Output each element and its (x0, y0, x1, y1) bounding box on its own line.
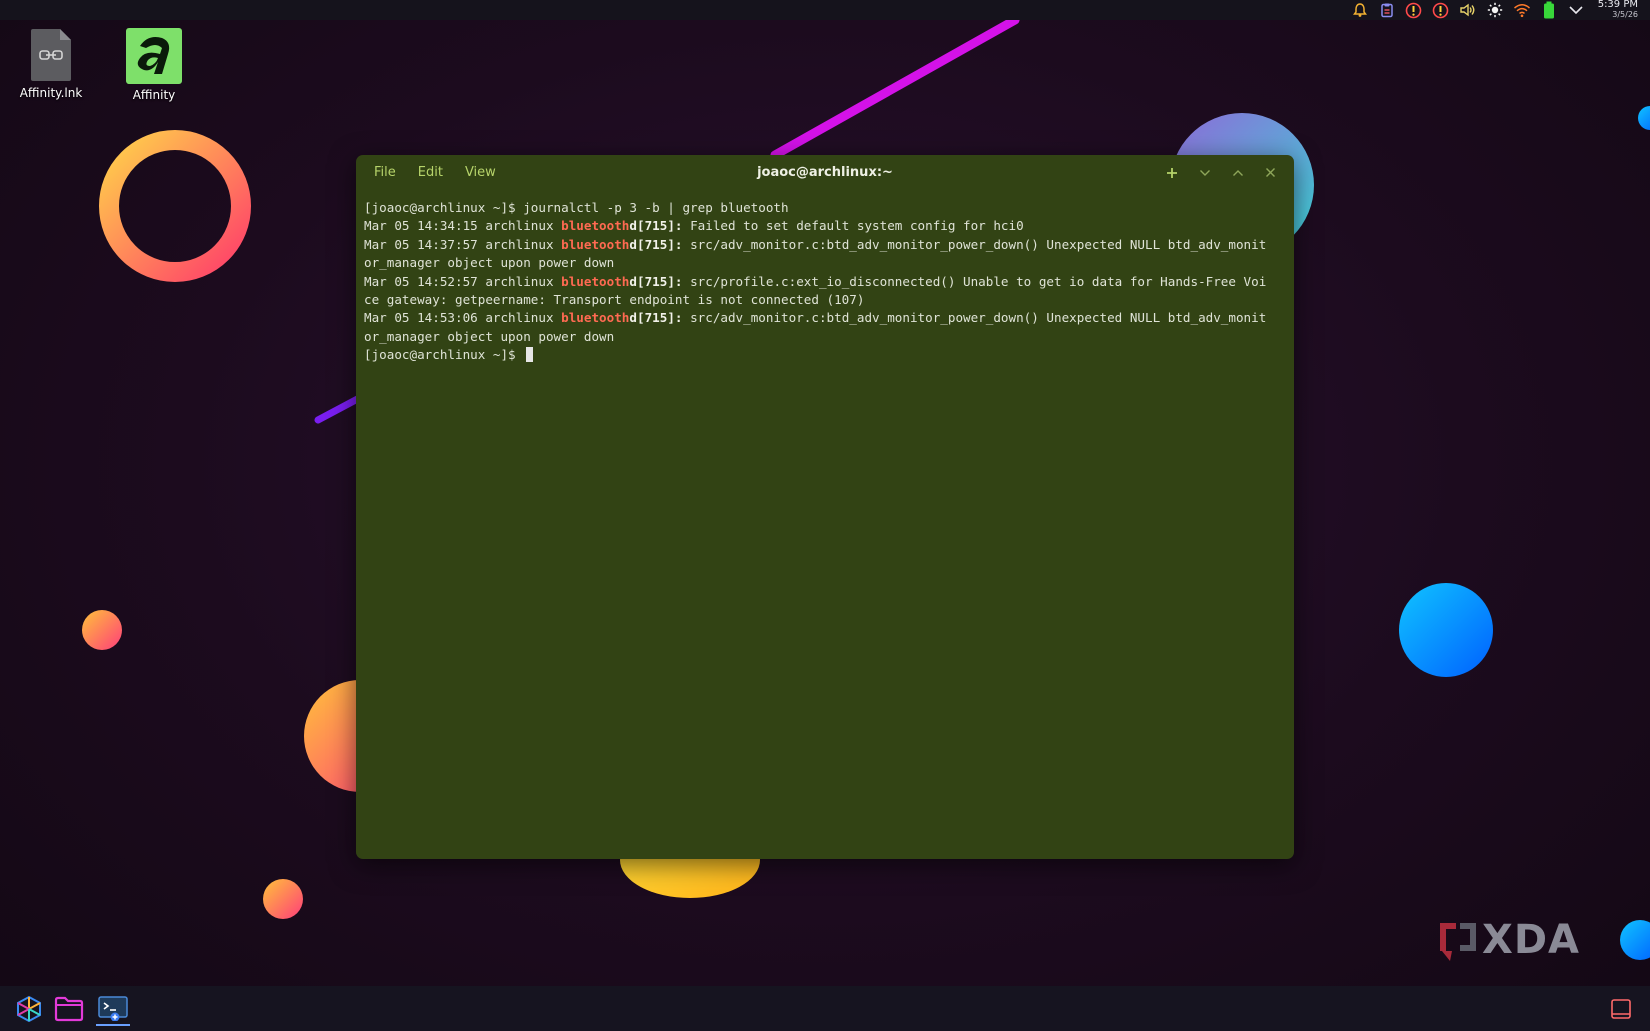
log-line: Mar 05 14:52:57 archlinux bluetoothd[715… (364, 273, 1286, 291)
volume-icon[interactable] (1459, 1, 1477, 19)
log-line-wrap: ce gateway: getpeername: Transport endpo… (364, 292, 865, 308)
taskbar (0, 986, 1650, 1031)
log-message: src/adv_monitor.c:btd_adv_monitor_power_… (682, 236, 1267, 252)
terminal-app-icon[interactable] (96, 992, 130, 1026)
log-message: src/adv_monitor.c:btd_adv_monitor_power_… (682, 310, 1267, 326)
expand-chevron-icon[interactable] (1567, 1, 1585, 19)
wifi-icon[interactable] (1513, 1, 1531, 19)
log-line-wrap: or_manager object upon power down (364, 328, 615, 344)
log-line-wrap: or_manager object upon power down (364, 255, 615, 271)
clipboard-icon[interactable] (1378, 1, 1396, 19)
text-cursor (526, 347, 534, 363)
minimize-icon[interactable] (1195, 163, 1214, 182)
file-manager-icon[interactable] (52, 992, 86, 1026)
show-desktop-icon[interactable] (1604, 992, 1638, 1026)
log-line: Mar 05 14:34:15 archlinux bluetoothd[715… (364, 217, 1286, 235)
log-line: Mar 05 14:53:06 archlinux bluetoothd[715… (364, 309, 1286, 327)
command-line: [joaoc@archlinux ~]$ journalctl -p 3 -b … (364, 200, 789, 215)
process-pid: [715]: (636, 236, 683, 252)
log-message: Failed to set default system config for … (682, 218, 1024, 234)
window-title: joaoc@archlinux:~ (757, 165, 893, 180)
desktop-icon-label: Affinity.lnk (19, 86, 83, 100)
terminal-window[interactable]: File Edit View joaoc@archlinux:~ [joaoc@… (356, 155, 1294, 859)
app-launcher-icon[interactable] (12, 992, 46, 1026)
grep-match: bluetooth (561, 310, 630, 326)
desktop-icon-affinity[interactable]: Affinity (109, 28, 199, 102)
window-controls (1162, 163, 1280, 182)
process-pid: [715]: (636, 273, 683, 289)
new-tab-icon[interactable] (1162, 163, 1181, 182)
prompt-text: [joaoc@archlinux ~]$ (364, 347, 524, 363)
update-alert-icon-2[interactable] (1432, 1, 1450, 19)
desktop-icon-label: Affinity (132, 88, 176, 102)
close-icon[interactable] (1261, 163, 1280, 182)
notification-bell-icon[interactable] (1351, 1, 1369, 19)
terminal-titlebar[interactable]: File Edit View joaoc@archlinux:~ (356, 155, 1294, 191)
clock[interactable]: 5:39 PM 3/5/26 (1598, 0, 1638, 20)
log-message: src/profile.c:ext_io_disconnected() Unab… (682, 273, 1267, 289)
process-suffix: d (629, 310, 637, 326)
maximize-icon[interactable] (1228, 163, 1247, 182)
grep-match: bluetooth (561, 218, 630, 234)
xda-watermark: XDA (1432, 917, 1592, 965)
terminal-output[interactable]: [joaoc@archlinux ~]$ journalctl -p 3 -b … (364, 199, 1286, 365)
process-suffix: d (629, 218, 637, 234)
clock-time: 5:39 PM (1597, 0, 1638, 10)
process-pid: [715]: (636, 218, 683, 234)
update-alert-icon[interactable] (1405, 1, 1423, 19)
log-prefix: Mar 05 14:34:15 archlinux (364, 218, 562, 234)
desktop-icon-affinity-lnk[interactable]: Affinity.lnk (6, 28, 96, 100)
log-prefix: Mar 05 14:37:57 archlinux (364, 236, 562, 252)
log-prefix: Mar 05 14:53:06 archlinux (364, 310, 562, 326)
system-tray: 5:39 PM 3/5/26 (1351, 0, 1638, 20)
current-prompt[interactable]: [joaoc@archlinux ~]$ (364, 346, 1286, 364)
clock-date: 3/5/26 (1612, 10, 1638, 19)
process-suffix: d (629, 236, 637, 252)
process-pid: [715]: (636, 310, 683, 326)
affinity-app-icon (126, 28, 182, 84)
log-prefix: Mar 05 14:52:57 archlinux (364, 273, 562, 289)
grep-match: bluetooth (561, 273, 630, 289)
shortcut-file-icon (30, 28, 72, 82)
grep-match: bluetooth (561, 236, 630, 252)
process-suffix: d (629, 273, 637, 289)
top-panel: 5:39 PM 3/5/26 (0, 0, 1650, 20)
battery-icon[interactable] (1540, 1, 1558, 19)
xda-logo-text: XDA (1482, 917, 1580, 963)
log-line: Mar 05 14:37:57 archlinux bluetoothd[715… (364, 236, 1286, 254)
brightness-icon[interactable] (1486, 1, 1504, 19)
